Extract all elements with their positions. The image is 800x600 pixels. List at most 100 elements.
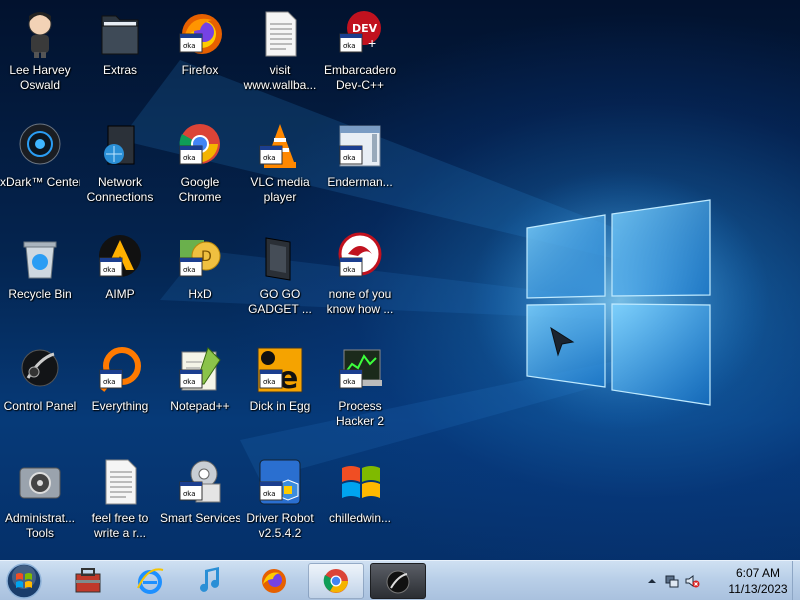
desktop-icon-label: Driver Robot v2.5.4.2 bbox=[246, 511, 314, 540]
chrome-icon bbox=[323, 569, 348, 593]
desktop-icon-label: Network Connections bbox=[86, 175, 154, 204]
clock[interactable]: 6:07 AM 11/13/2023 bbox=[720, 565, 796, 597]
text-document-icon bbox=[94, 456, 146, 508]
text-document-icon bbox=[254, 8, 306, 60]
desktop-icon[interactable]: Administrat... Tools bbox=[0, 452, 80, 556]
process-hacker-icon: ơka bbox=[334, 344, 386, 396]
everything-search-icon: ơka bbox=[94, 344, 146, 396]
desktop-icon[interactable]: ơka Process Hacker 2 bbox=[320, 340, 400, 444]
desktop-icon[interactable]: ơka Smart Services bbox=[160, 452, 240, 556]
desktop-icon-label: AIMP bbox=[105, 287, 135, 301]
volume-muted-icon[interactable] bbox=[684, 573, 700, 589]
chrome-icon: ơka bbox=[174, 120, 226, 172]
desktop-icon[interactable]: visit www.wallba... bbox=[240, 4, 320, 108]
hxd-icon: Dơka bbox=[174, 232, 226, 284]
svg-text:ơka: ơka bbox=[183, 490, 196, 498]
taskbar-button-itunes[interactable] bbox=[184, 563, 240, 599]
desktop-icon-label: Notepad++ bbox=[170, 399, 230, 413]
desktop-icon[interactable]: Network Connections bbox=[80, 116, 160, 220]
control-panel-icon bbox=[386, 570, 410, 594]
desktop-icon[interactable]: Dơka HxD bbox=[160, 228, 240, 332]
taskbar-button-toolbox[interactable] bbox=[60, 563, 116, 599]
clock-time: 6:07 AM bbox=[735, 566, 781, 580]
dick-in-egg-icon: e ơka bbox=[254, 344, 306, 396]
firefox-icon: ơka bbox=[174, 8, 226, 60]
desktop-icon-label: Enderman... bbox=[327, 175, 393, 189]
xdark-center-icon bbox=[14, 120, 66, 172]
network-connections-icon bbox=[94, 120, 146, 172]
svg-text:ơka: ơka bbox=[263, 378, 276, 386]
driver-robot-icon: ơka bbox=[254, 456, 306, 508]
desktop-icon[interactable]: ơka VLC media player bbox=[240, 116, 320, 220]
desktop-icon[interactable]: ơka AIMP bbox=[80, 228, 160, 332]
svg-text:ơka: ơka bbox=[183, 266, 196, 274]
taskbar-button-internet-explorer[interactable] bbox=[122, 563, 178, 599]
admin-tools-icon bbox=[14, 456, 66, 508]
desktop-icon[interactable]: Lee Harvey Oswald bbox=[0, 4, 80, 108]
desktop-icon[interactable]: e ơka Dick in Egg bbox=[240, 340, 320, 444]
show-desktop-button[interactable] bbox=[792, 561, 800, 600]
svg-text:+: + bbox=[368, 35, 376, 51]
desktop-icon-label: Extras bbox=[102, 63, 137, 77]
desktop-icon[interactable]: ơka Driver Robot v2.5.4.2 bbox=[240, 452, 320, 556]
svg-text:ơka: ơka bbox=[263, 154, 276, 162]
vlc-icon: ơka bbox=[254, 120, 306, 172]
desktop-icon-label: Recycle Bin bbox=[8, 287, 72, 301]
chevron-up-icon[interactable] bbox=[644, 573, 660, 589]
desktop-icon[interactable]: ơka Firefox bbox=[160, 4, 240, 108]
svg-text:ơka: ơka bbox=[343, 154, 356, 162]
desktop-icon-label: none of you know how ... bbox=[326, 287, 394, 316]
svg-text:ơka: ơka bbox=[103, 378, 116, 386]
desktop-icon[interactable]: Recycle Bin bbox=[0, 228, 80, 332]
desktop-icon[interactable]: Control Panel bbox=[0, 340, 80, 444]
svg-text:DEV: DEV bbox=[352, 22, 378, 35]
desktop-icon[interactable]: ơka none of you know how ... bbox=[320, 228, 400, 332]
desktop-icon[interactable]: xDark™ Center bbox=[0, 116, 80, 220]
desktop-icon[interactable]: Extras bbox=[80, 4, 160, 108]
control-panel-icon bbox=[14, 344, 66, 396]
taskbar-button-control-panel[interactable] bbox=[370, 563, 426, 599]
desktop-icon[interactable]: ơka Everything bbox=[80, 340, 160, 444]
desktop-icon[interactable]: DEV + ơka Embarcadero Dev-C++ bbox=[320, 4, 400, 108]
smart-services-icon: ơka bbox=[174, 456, 226, 508]
desktop-icon[interactable]: chilledwin... bbox=[320, 452, 400, 556]
desktop-icon-label: HxD bbox=[188, 287, 212, 301]
start-button[interactable] bbox=[4, 562, 44, 600]
svg-text:ơka: ơka bbox=[343, 266, 356, 274]
windows-orb-icon bbox=[6, 563, 42, 599]
svg-text:ơka: ơka bbox=[183, 154, 196, 162]
svg-text:ơka: ơka bbox=[343, 378, 356, 386]
desktop-icon[interactable]: ơka Google Chrome bbox=[160, 116, 240, 220]
svg-text:ơka: ơka bbox=[263, 490, 276, 498]
desktop-icon-label: GO GO GADGET ... bbox=[248, 287, 312, 316]
desktop-icon-label: chilledwin... bbox=[328, 511, 392, 525]
desktop-icon[interactable]: ơka Enderman... bbox=[320, 116, 400, 220]
desktop-icon[interactable]: GO GO GADGET ... bbox=[240, 228, 320, 332]
system-tray: 6:07 AM 11/13/2023 bbox=[640, 561, 800, 600]
desktop-icon-label: Lee Harvey Oswald bbox=[9, 63, 71, 92]
taskbar-button-firefox[interactable] bbox=[246, 563, 302, 599]
aimp-icon: ơka bbox=[94, 232, 146, 284]
taskbar-button-chrome[interactable] bbox=[308, 563, 364, 599]
desktop-icon-label: xDark™ Center bbox=[0, 175, 80, 189]
firefox-icon bbox=[262, 569, 286, 593]
taskbar: 6:07 AM 11/13/2023 bbox=[0, 560, 800, 600]
window-app-icon: ơka bbox=[334, 120, 386, 172]
network-icon[interactable] bbox=[664, 573, 680, 589]
notepad-plus-plus-icon: ơka bbox=[174, 344, 226, 396]
clock-date: 11/13/2023 bbox=[728, 582, 788, 596]
desktop-icon-label: Dick in Egg bbox=[249, 399, 311, 413]
desktop-icon-label: Embarcadero Dev-C++ bbox=[323, 63, 397, 92]
svg-text:ơka: ơka bbox=[343, 42, 356, 50]
desktop-icon-label: visit www.wallba... bbox=[243, 63, 317, 92]
red-swirl-icon: ơka bbox=[334, 232, 386, 284]
windows-flag-icon bbox=[334, 456, 386, 508]
desktop-icon-label: Everything bbox=[91, 399, 149, 413]
itunes-icon bbox=[200, 567, 219, 592]
desktop-icon[interactable]: ơka Notepad++ bbox=[160, 340, 240, 444]
desktop-icon-label: Smart Services bbox=[160, 511, 240, 525]
desktop-icon[interactable]: feel free to write a r... bbox=[80, 452, 160, 556]
recycle-bin-icon bbox=[14, 232, 66, 284]
internet-explorer-icon bbox=[137, 568, 164, 594]
folder-icon bbox=[94, 8, 146, 60]
